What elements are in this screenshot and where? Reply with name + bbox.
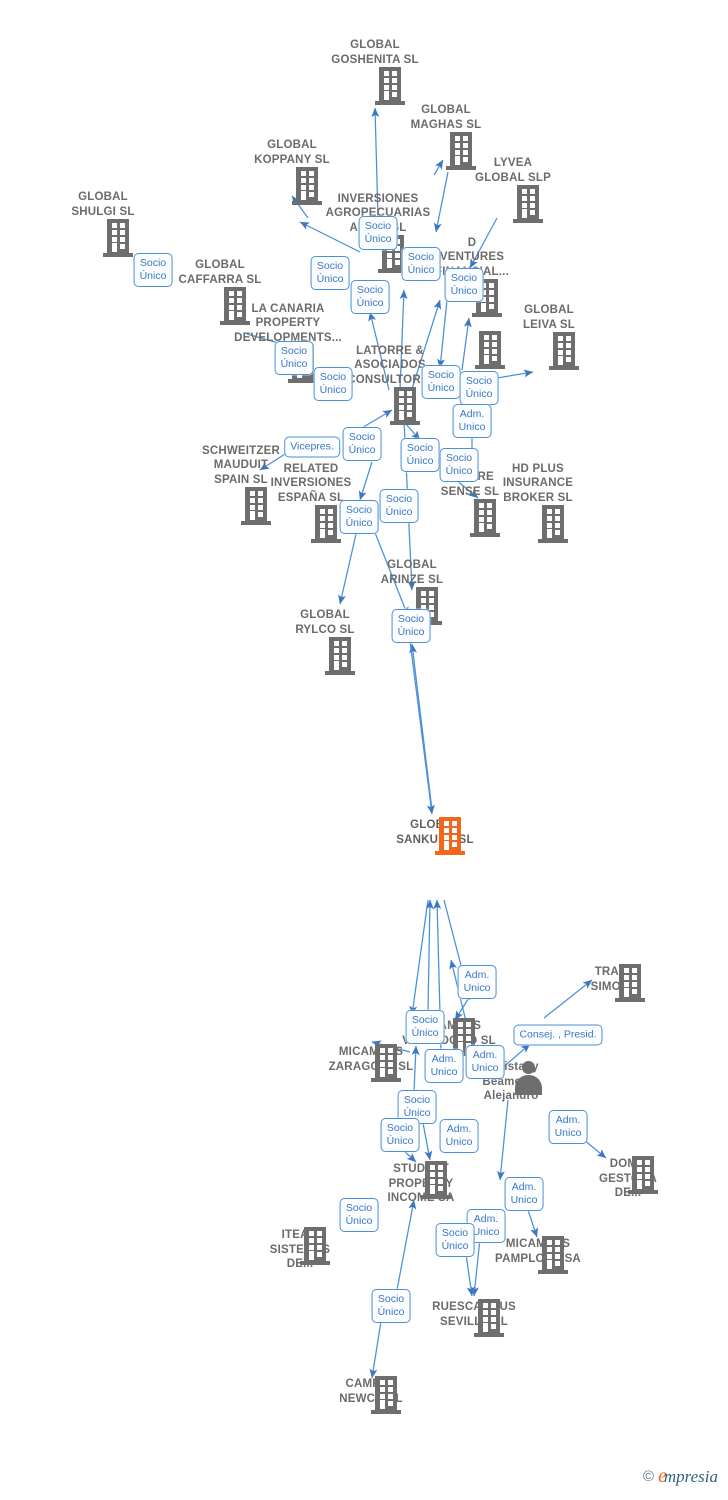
relation-badge[interactable]: Socio Único xyxy=(400,438,440,472)
node-label: GLOBAL LEIVA SL xyxy=(522,304,576,331)
relation-badge[interactable]: Socio Único xyxy=(435,1223,475,1257)
relation-badge[interactable]: Adm. Unico xyxy=(457,965,497,999)
ownership-edge xyxy=(433,159,444,176)
graph-node-related[interactable]: RELATED INVERSIONES ESPAÑA SL xyxy=(246,461,376,543)
node-label: GLOBAL GOSHENITA SL xyxy=(331,39,419,66)
node-label: GLOBAL MAGHAS SL xyxy=(410,104,482,131)
ownership-edge xyxy=(461,317,472,371)
relation-badge[interactable]: Socio Único xyxy=(313,367,353,401)
relation-badge[interactable]: Socio Único xyxy=(405,1010,445,1044)
brand-name: mpresia xyxy=(663,1467,718,1486)
relation-badge[interactable]: Socio Único xyxy=(350,280,390,314)
node-label: RELATED INVERSIONES ESPAÑA SL xyxy=(270,462,352,504)
graph-node-maghas[interactable]: GLOBAL MAGHAS SL xyxy=(381,102,511,170)
graph-node-hdplus[interactable]: HD PLUS INSURANCE BROKER SL xyxy=(473,461,603,543)
ownership-edge xyxy=(396,1199,417,1291)
node-label: CAMPUS NEWCO SL xyxy=(339,1378,402,1405)
relation-badge[interactable]: Socio Único xyxy=(310,256,350,290)
node-label: GLOBAL SHULGI SL xyxy=(71,191,135,218)
relation-badge[interactable]: Socio Único xyxy=(371,1289,411,1323)
ownership-edge xyxy=(422,1122,433,1161)
graph-node-sankuru[interactable]: GLOBAL SANKURU SL xyxy=(370,817,500,855)
graph-node-trans[interactable]: TRANS SIMO SL xyxy=(550,964,680,1002)
node-label: TRANS SIMO SL xyxy=(590,966,639,993)
relation-badge[interactable]: Socio Único xyxy=(391,609,431,643)
empresia-watermark: © empresia xyxy=(643,1465,718,1488)
ownership-edge xyxy=(409,899,429,1016)
relation-badge[interactable]: Socio Único xyxy=(459,371,499,405)
relation-badge[interactable]: Socio Único xyxy=(339,1198,379,1232)
graph-node-arinze[interactable]: GLOBAL ARINZE SL xyxy=(347,557,477,625)
ownership-edge xyxy=(496,1099,509,1181)
graph-node-la_canaria[interactable]: LA CANARIA PROPERTY DEVELOPMENTS... xyxy=(223,301,353,383)
ownership-edge xyxy=(409,640,435,815)
node-label: GLOBAL CAFFARRA SL xyxy=(178,259,262,286)
graph-node-caffarra[interactable]: GLOBAL CAFFARRA SL xyxy=(155,257,285,325)
graph-node-koppany[interactable]: GLOBAL KOPPANY SL xyxy=(227,137,357,205)
graph-node-leiva[interactable]: GLOBAL LEIVA SL xyxy=(484,302,614,370)
relation-badge[interactable]: Adm. Unico xyxy=(548,1110,588,1144)
graph-node-domo[interactable]: DOMO GESTORA DE... xyxy=(563,1156,693,1201)
relation-badge[interactable]: Consej. , Presid. xyxy=(513,1024,603,1046)
ownership-diagram-canvas: GLOBAL GOSHENITA SL GLOBAL MAGHAS SL LYVEA… xyxy=(0,0,728,1500)
node-label: GLOBAL RYLCO SL xyxy=(295,609,355,636)
node-label: MICAMPUS ZARAGOZA SL xyxy=(328,1046,414,1073)
graph-node-iteam[interactable]: ITEAM SISTEMAS DE... xyxy=(235,1227,365,1272)
ownership-edge xyxy=(496,369,534,379)
relation-badge[interactable]: Socio Único xyxy=(133,253,173,287)
relation-badge[interactable]: Adm. Unico xyxy=(452,404,492,438)
relation-badge[interactable]: Adm. Unico xyxy=(424,1049,464,1083)
graph-node-ruescampus[interactable]: RUESCAMPUS SEVILLA SL xyxy=(409,1299,539,1337)
graph-node-goshenita[interactable]: GLOBAL GOSHENITA SL xyxy=(310,37,440,105)
relation-badge[interactable]: Socio Único xyxy=(444,268,484,302)
ownership-edge xyxy=(465,1253,475,1297)
relation-badge[interactable]: Socio Único xyxy=(379,489,419,523)
relation-badge[interactable]: Socio Único xyxy=(380,1118,420,1152)
relation-badge[interactable]: Adm. Unico xyxy=(439,1119,479,1153)
graph-node-rylco[interactable]: GLOBAL RYLCO SL xyxy=(260,607,390,675)
relation-badge[interactable]: Adm. Unico xyxy=(465,1045,505,1079)
node-label: GLOBAL KOPPANY SL xyxy=(254,139,330,166)
relation-badge[interactable]: Socio Único xyxy=(339,500,379,534)
relation-badge[interactable]: Socio Único xyxy=(342,427,382,461)
graph-node-campusnewco[interactable]: CAMPUS NEWCO SL xyxy=(306,1376,436,1414)
relation-badge[interactable]: Socio Único xyxy=(401,247,441,281)
copyright-symbol: © xyxy=(642,1468,654,1485)
relation-badge[interactable]: Vicepres. xyxy=(284,436,340,458)
node-label: GLOBAL SANKURU SL xyxy=(396,819,474,846)
node-label: GLOBAL ARINZE SL xyxy=(380,559,444,586)
relation-badge[interactable]: Socio Único xyxy=(439,448,479,482)
graph-node-shulgi[interactable]: GLOBAL SHULGI SL xyxy=(38,189,168,257)
relation-badge[interactable]: Socio Único xyxy=(421,365,461,399)
relation-badge[interactable]: Socio Único xyxy=(358,216,398,250)
graph-node-anon_right[interactable] xyxy=(410,330,540,369)
relation-badge[interactable]: Adm. Unico xyxy=(504,1177,544,1211)
ownership-edge xyxy=(425,899,434,1011)
ownership-edge xyxy=(409,643,433,811)
node-label: LA CANARIA PROPERTY DEVELOPMENTS... xyxy=(234,302,342,344)
graph-node-mzaragoza[interactable]: MICAMPUS ZARAGOZA SL xyxy=(306,1044,436,1082)
node-label: HD PLUS INSURANCE BROKER SL xyxy=(502,462,574,504)
graph-node-lyvea[interactable]: LYVEA GLOBAL SLP xyxy=(448,155,578,223)
node-label: RUESCAMPUS SEVILLA SL xyxy=(432,1301,516,1328)
relation-badge[interactable]: Socio Único xyxy=(274,341,314,375)
node-label: LYVEA GLOBAL SLP xyxy=(475,157,551,184)
